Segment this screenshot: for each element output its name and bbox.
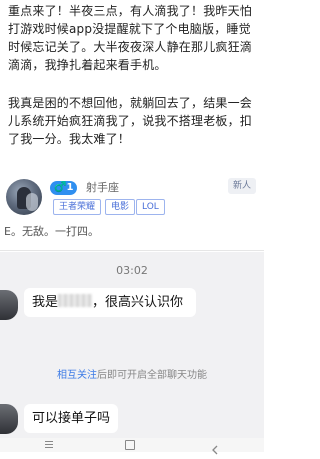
profile-avatar[interactable] <box>6 179 42 215</box>
system-nav-bar <box>0 438 264 455</box>
post-paragraph-1: 重点来了！半夜三点，有人滴我了！我昨天怕打游戏时候app没提醒就下了个电脑版，睡… <box>8 4 253 72</box>
message-bubble[interactable]: 可以接单子吗 <box>24 404 119 433</box>
notice-text: 后即可开启全部聊天功能 <box>97 370 207 381</box>
message-bubble[interactable]: 我是 ，很高兴认识你 <box>24 288 196 317</box>
message-text-prefix: 我是 <box>32 295 59 310</box>
chat-area: 03:02 我是 ，很高兴认识你 相互关注后即可开启全部聊天功能 可以接单子吗 <box>0 252 264 438</box>
post-paragraph-2: 我真是困的不想回他，就躺回去了，结果一会儿系统开始疯狂滴我了，说我不搭理老板，扣… <box>8 96 253 146</box>
redacted-name <box>58 294 93 307</box>
divider <box>0 250 264 251</box>
menu-icon[interactable] <box>44 440 54 450</box>
mutual-follow-link[interactable]: 相互关注 <box>57 370 97 381</box>
profile-bio: E。无敌。一打四。 <box>4 225 99 238</box>
follow-notice: 相互关注后即可开启全部聊天功能 <box>0 366 264 381</box>
back-icon[interactable] <box>210 440 220 455</box>
message-timestamp: 03:02 <box>116 264 148 277</box>
zodiac-label: 射手座 <box>86 181 119 194</box>
profile-card[interactable]: ♂️1 射手座 新人 王者荣耀 电影 LOL E。无敌。一打四。 <box>0 168 264 252</box>
home-icon[interactable] <box>125 440 135 450</box>
sender-avatar[interactable] <box>0 290 18 320</box>
message-text-suffix: ，很高兴认识你 <box>92 295 184 310</box>
tag-movie[interactable]: 电影 <box>105 199 136 215</box>
new-user-badge: 新人 <box>228 178 256 194</box>
tag-game[interactable]: 王者荣耀 <box>53 199 102 215</box>
tag-lol[interactable]: LOL <box>136 199 165 215</box>
sender-avatar[interactable] <box>0 404 18 434</box>
gender-level-badge: ♂️1 <box>50 181 78 195</box>
